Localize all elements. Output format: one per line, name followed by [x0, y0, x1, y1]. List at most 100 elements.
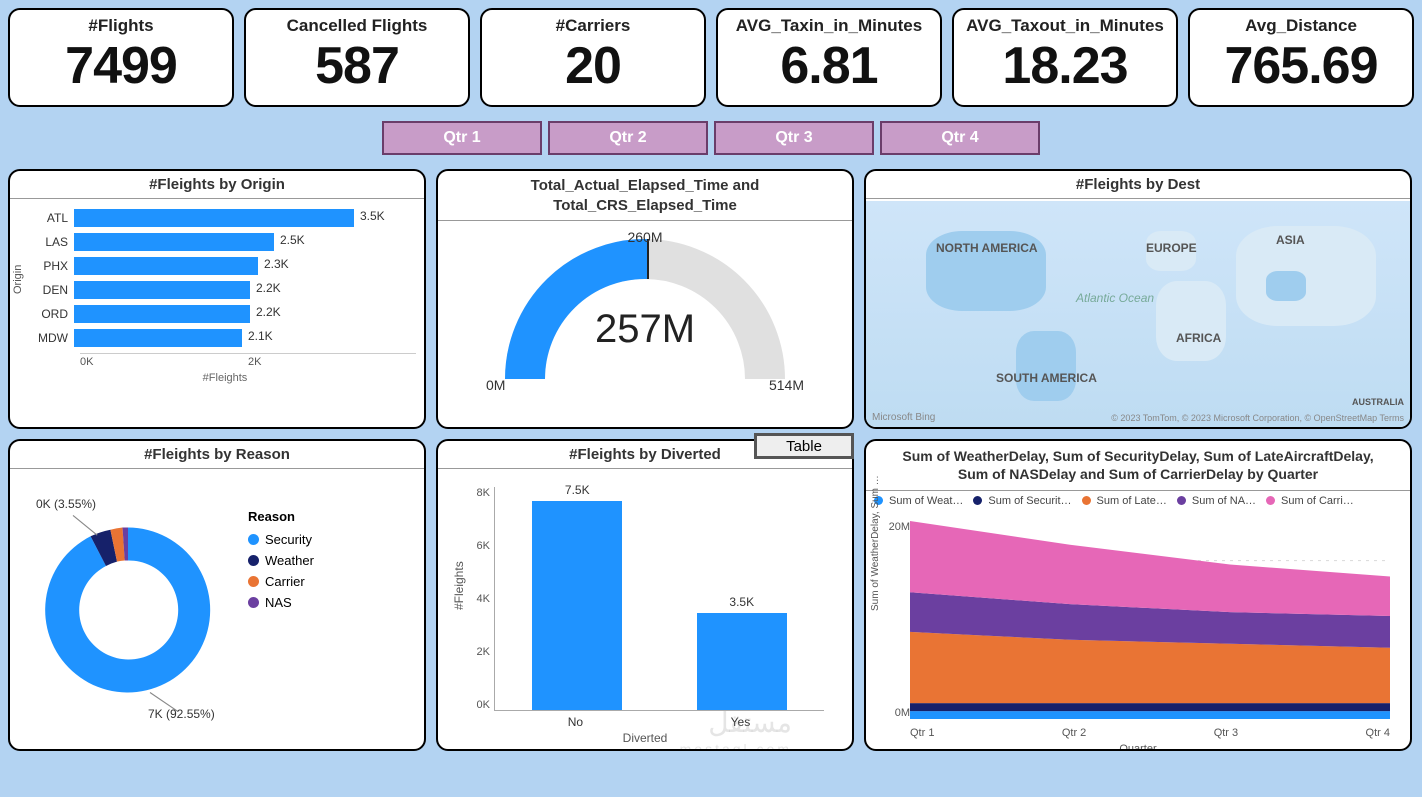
donut-callout-2: 7K (92.55%)	[148, 707, 215, 721]
hbar-fill	[74, 233, 274, 251]
kpi-value: 20	[486, 38, 700, 95]
kpi-value: 765.69	[1194, 38, 1408, 95]
y-ticks: 20M 0M	[886, 521, 910, 719]
hbar-category: MDW	[34, 331, 74, 345]
gauge-target: 260M	[438, 229, 852, 245]
legend-security: Security	[248, 532, 314, 547]
vbar-value: 7.5K	[532, 483, 622, 497]
diverted-chart-card[interactable]: #Fleights by Diverted #Fleights 0K 2K 4K…	[436, 439, 854, 751]
qtr2-button[interactable]: Qtr 2	[548, 121, 708, 155]
kpi-title: Avg_Distance	[1194, 16, 1408, 36]
kpi-distance: Avg_Distance 765.69	[1188, 8, 1414, 107]
map-label-na: NORTH AMERICA	[936, 241, 1038, 255]
hbar-track: 3.5K	[74, 209, 354, 227]
quarter-slicer: Qtr 1 Qtr 2 Qtr 3 Qtr 4	[8, 121, 1414, 155]
donut-callout-1: 0K (3.55%)	[36, 497, 96, 511]
kpi-flights: #Flights 7499	[8, 8, 234, 107]
vbar-category: No	[568, 715, 583, 729]
chart-title: #Fleights by Reason	[10, 441, 424, 469]
hbar-row: MDW2.1K	[34, 329, 416, 347]
kpi-value: 7499	[14, 38, 228, 95]
reason-chart-card[interactable]: #Fleights by Reason	[8, 439, 426, 751]
map-label-ao: Atlantic Ocean	[1076, 291, 1154, 305]
chart-title: #Fleights by Dest	[866, 171, 1410, 199]
kpi-title: Cancelled Flights	[250, 16, 464, 36]
kpi-cancelled: Cancelled Flights 587	[244, 8, 470, 107]
chart-title: Total_Actual_Elapsed_Time and Total_CRS_…	[438, 171, 852, 221]
qtr3-button[interactable]: Qtr 3	[714, 121, 874, 155]
hbar-row: LAS 2.5K	[34, 233, 416, 251]
vbar: 3.5K	[697, 613, 787, 711]
area-svg	[910, 521, 1390, 719]
map-label-as: ASIA	[1276, 233, 1305, 247]
x-axis-label: Quarter	[866, 743, 1410, 751]
vbar-value: 3.5K	[697, 595, 787, 609]
hbar-fill	[74, 281, 250, 299]
x-tick: 0K	[80, 356, 248, 368]
gauge-body: 260M 257M 0M 514M	[438, 229, 852, 399]
donut-svg	[18, 479, 238, 719]
bing-logo: Microsoft Bing	[872, 412, 935, 423]
map-label-eu: EUROPE	[1146, 241, 1197, 255]
hbar-row: PHX2.3K	[34, 257, 416, 275]
legend-title: Reason	[248, 509, 314, 524]
hbar-track: 2.3K	[74, 257, 354, 275]
area-chart-card[interactable]: Sum of WeatherDelay, Sum of SecurityDela…	[864, 439, 1412, 751]
kpi-title: AVG_Taxout_in_Minutes	[958, 16, 1172, 36]
dashboard-grid: #Fleights by Origin Origin ATL3.5KLAS2.5…	[8, 169, 1414, 751]
y-axis-label: Sum of WeatherDelay, Sum …	[870, 475, 881, 611]
legend-nas: NAS	[248, 595, 314, 610]
qtr4-button[interactable]: Qtr 4	[880, 121, 1040, 155]
hbar-track: 2.2K	[74, 305, 354, 323]
gauge-min: 0M	[486, 377, 505, 393]
map-shape-as	[1236, 226, 1376, 326]
map-credit: © 2023 TomTom, © 2023 Microsoft Corporat…	[1111, 413, 1404, 423]
gauge-card[interactable]: Total_Actual_Elapsed_Time and Total_CRS_…	[436, 169, 854, 429]
qtr1-button[interactable]: Qtr 1	[382, 121, 542, 155]
x-tick: 2K	[248, 356, 416, 368]
hbar-value: 2.2K	[256, 305, 281, 319]
kpi-title: #Carriers	[486, 16, 700, 36]
hbar-value: 3.5K	[360, 209, 385, 223]
map-shape-af	[1156, 281, 1226, 361]
map-label-sa: SOUTH AMERICA	[996, 371, 1097, 385]
table-button[interactable]: Table	[754, 433, 854, 459]
map-body[interactable]: NORTH AMERICA SOUTH AMERICA EUROPE AFRIC…	[866, 201, 1410, 427]
donut-legend: Reason Security Weather Carrier NAS	[248, 509, 314, 719]
kpi-row: #Flights 7499 Cancelled Flights 587 #Car…	[8, 8, 1414, 107]
legend-nas: Sum of NA…	[1177, 495, 1256, 507]
legend-late: Sum of Late…	[1082, 495, 1167, 507]
hbar-value: 2.5K	[280, 233, 305, 247]
y-axis-label: Origin	[12, 265, 24, 294]
vbar: 7.5K	[532, 501, 622, 710]
legend-carrier: Sum of Carri…	[1266, 495, 1354, 507]
map-label-au: AUSTRALIA	[1352, 397, 1404, 407]
hbar-track: 2.5K	[74, 233, 354, 251]
hbar-fill	[74, 329, 242, 347]
x-axis-label: #Fleights	[34, 372, 416, 384]
hbar-value: 2.3K	[264, 257, 289, 271]
area-legend: Sum of Weat… Sum of Securit… Sum of Late…	[866, 491, 1410, 509]
vbar-area: 7.5K 3.5K	[494, 487, 824, 711]
hbar-category: ORD	[34, 307, 74, 321]
map-card[interactable]: #Fleights by Dest NORTH AMERICA SOUTH AM…	[864, 169, 1412, 429]
chart-title: Sum of WeatherDelay, Sum of SecurityDela…	[866, 441, 1410, 490]
kpi-value: 6.81	[722, 38, 936, 95]
hbar-category: ATL	[34, 211, 74, 225]
origin-chart-card[interactable]: #Fleights by Origin Origin ATL3.5KLAS2.5…	[8, 169, 426, 429]
hbar-row: ATL3.5K	[34, 209, 416, 227]
kpi-title: AVG_Taxin_in_Minutes	[722, 16, 936, 36]
vbar-wrap: #Fleights 0K 2K 4K 6K 8K 7.5K3.5K NoYes …	[446, 479, 844, 741]
x-ticks: Qtr 1 Qtr 2 Qtr 3 Qtr 4	[910, 727, 1390, 739]
kpi-carriers: #Carriers 20	[480, 8, 706, 107]
hbar-fill	[74, 257, 258, 275]
legend-weather: Sum of Weat…	[874, 495, 963, 507]
hbar-fill	[74, 305, 250, 323]
kpi-value: 18.23	[958, 38, 1172, 95]
hbar-category: LAS	[34, 235, 74, 249]
gauge-max: 514M	[769, 377, 804, 393]
chart-title: #Fleights by Origin	[10, 171, 424, 199]
hbar-value: 2.2K	[256, 281, 281, 295]
kpi-taxout: AVG_Taxout_in_Minutes 18.23	[952, 8, 1178, 107]
hbar-row: DEN2.2K	[34, 281, 416, 299]
